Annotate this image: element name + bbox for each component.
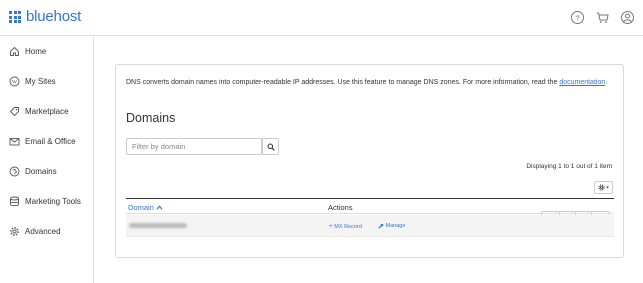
plus-icon: + bbox=[329, 223, 333, 230]
manage-label: Manage bbox=[385, 223, 406, 229]
wordpress-icon: W bbox=[9, 76, 20, 86]
main-content: DNS converts domain names into computer-… bbox=[95, 36, 643, 283]
actions-column-header: Actions bbox=[328, 203, 353, 212]
top-bar: bluehost ? bbox=[0, 0, 643, 36]
search-button[interactable] bbox=[262, 138, 279, 155]
sidebar-item-label: Email & Office bbox=[25, 136, 76, 146]
globe-icon bbox=[9, 166, 20, 176]
logo-grid-icon bbox=[9, 11, 21, 23]
domain-column-label: Domain bbox=[128, 203, 154, 212]
sidebar-item-advanced[interactable]: Advanced bbox=[0, 221, 93, 241]
cart-icon[interactable] bbox=[595, 10, 610, 25]
sort-asc-icon bbox=[156, 205, 163, 210]
manage-action[interactable]: Manage bbox=[378, 223, 405, 229]
documentation-link[interactable]: documentation bbox=[559, 79, 605, 86]
sidebar-item-label: My Sites bbox=[25, 76, 56, 86]
mail-icon bbox=[9, 137, 20, 145]
sidebar-item-label: Domains bbox=[25, 166, 57, 176]
help-icon[interactable]: ? bbox=[570, 10, 585, 25]
sidebar-item-domains[interactable]: Domains bbox=[0, 161, 93, 181]
page-title: Domains bbox=[126, 111, 176, 125]
user-icon[interactable] bbox=[620, 10, 635, 25]
displaying-count: Displaying 1 to 1 out of 1 item bbox=[526, 163, 612, 170]
sidebar-item-label: Advanced bbox=[25, 226, 61, 236]
redacted-domain-name bbox=[129, 223, 187, 228]
bluehost-logo[interactable]: bluehost bbox=[9, 9, 81, 25]
table-row: + MX Record Manage bbox=[126, 215, 614, 237]
domain-column-header[interactable]: Domain bbox=[128, 203, 163, 212]
domain-filter-input[interactable] bbox=[126, 138, 262, 155]
settings-dropdown-button[interactable] bbox=[594, 181, 613, 194]
svg-text:?: ? bbox=[575, 13, 579, 22]
sidebar-item-email-office[interactable]: Email & Office bbox=[0, 131, 93, 151]
sidebar-item-my-sites[interactable]: W My Sites bbox=[0, 71, 93, 91]
sidebar-item-label: Marketplace bbox=[25, 106, 69, 116]
sidebar-item-marketing-tools[interactable]: Marketing Tools bbox=[0, 191, 93, 211]
dns-card: DNS converts domain names into computer-… bbox=[115, 64, 624, 258]
tag-icon bbox=[9, 106, 19, 116]
search-icon bbox=[267, 143, 275, 151]
mx-record-label: MX Record bbox=[334, 223, 362, 230]
sidebar-item-label: Home bbox=[25, 46, 47, 56]
intro-end: . bbox=[605, 79, 608, 86]
wrench-icon bbox=[378, 223, 384, 229]
intro-text: DNS converts domain names into computer-… bbox=[126, 78, 616, 88]
sidebar: Home W My Sites Marketplace Email & Offi… bbox=[0, 36, 94, 283]
home-icon bbox=[10, 46, 19, 56]
gear-icon bbox=[10, 226, 19, 236]
marketing-icon bbox=[10, 196, 19, 206]
sidebar-item-home[interactable]: Home bbox=[0, 41, 93, 61]
sidebar-item-marketplace[interactable]: Marketplace bbox=[0, 101, 93, 121]
logo-text: bluehost bbox=[26, 8, 82, 25]
mx-record-action[interactable]: + MX Record bbox=[329, 223, 362, 230]
sidebar-item-label: Marketing Tools bbox=[25, 196, 81, 206]
pagination: << < > >> bbox=[535, 138, 610, 226]
table-header: Domain Actions bbox=[126, 198, 614, 214]
svg-text:W: W bbox=[12, 79, 18, 85]
intro-body: DNS converts domain names into computer-… bbox=[126, 79, 558, 86]
gear-caret-icon bbox=[597, 184, 609, 191]
